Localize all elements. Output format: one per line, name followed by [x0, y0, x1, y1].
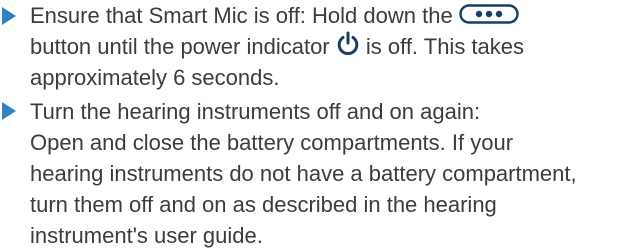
item1-line3: approximately 6 seconds. — [30, 65, 280, 90]
item2-line4: turn them off and on as described in the… — [30, 192, 497, 217]
three-dot-button-icon — [459, 4, 519, 24]
list-item-text: Turn the hearing instruments off and on … — [30, 96, 577, 251]
list-item-ensure-smart-mic-off: Ensure that Smart Mic is off: Hold down … — [0, 0, 633, 96]
item2-line3: hearing instruments do not have a batter… — [30, 161, 577, 186]
power-icon — [337, 31, 359, 56]
item2-line1: Turn the hearing instruments off and on … — [30, 99, 481, 124]
item2-line2: Open and close the battery compartments.… — [30, 130, 514, 155]
bullet-arrow-icon — [2, 7, 16, 25]
instruction-list: Ensure that Smart Mic is off: Hold down … — [0, 0, 633, 252]
bullet-arrow-icon — [2, 102, 16, 120]
list-item-turn-off-and-on: Turn the hearing instruments off and on … — [0, 96, 633, 252]
list-item-text: Ensure that Smart Mic is off: Hold down … — [30, 0, 524, 93]
item1-line1: Ensure that Smart Mic is off: Hold down … — [30, 0, 524, 31]
item1-line2: button until the power indicator is off.… — [30, 31, 524, 62]
item2-line5: instrument's user guide. — [30, 223, 263, 248]
